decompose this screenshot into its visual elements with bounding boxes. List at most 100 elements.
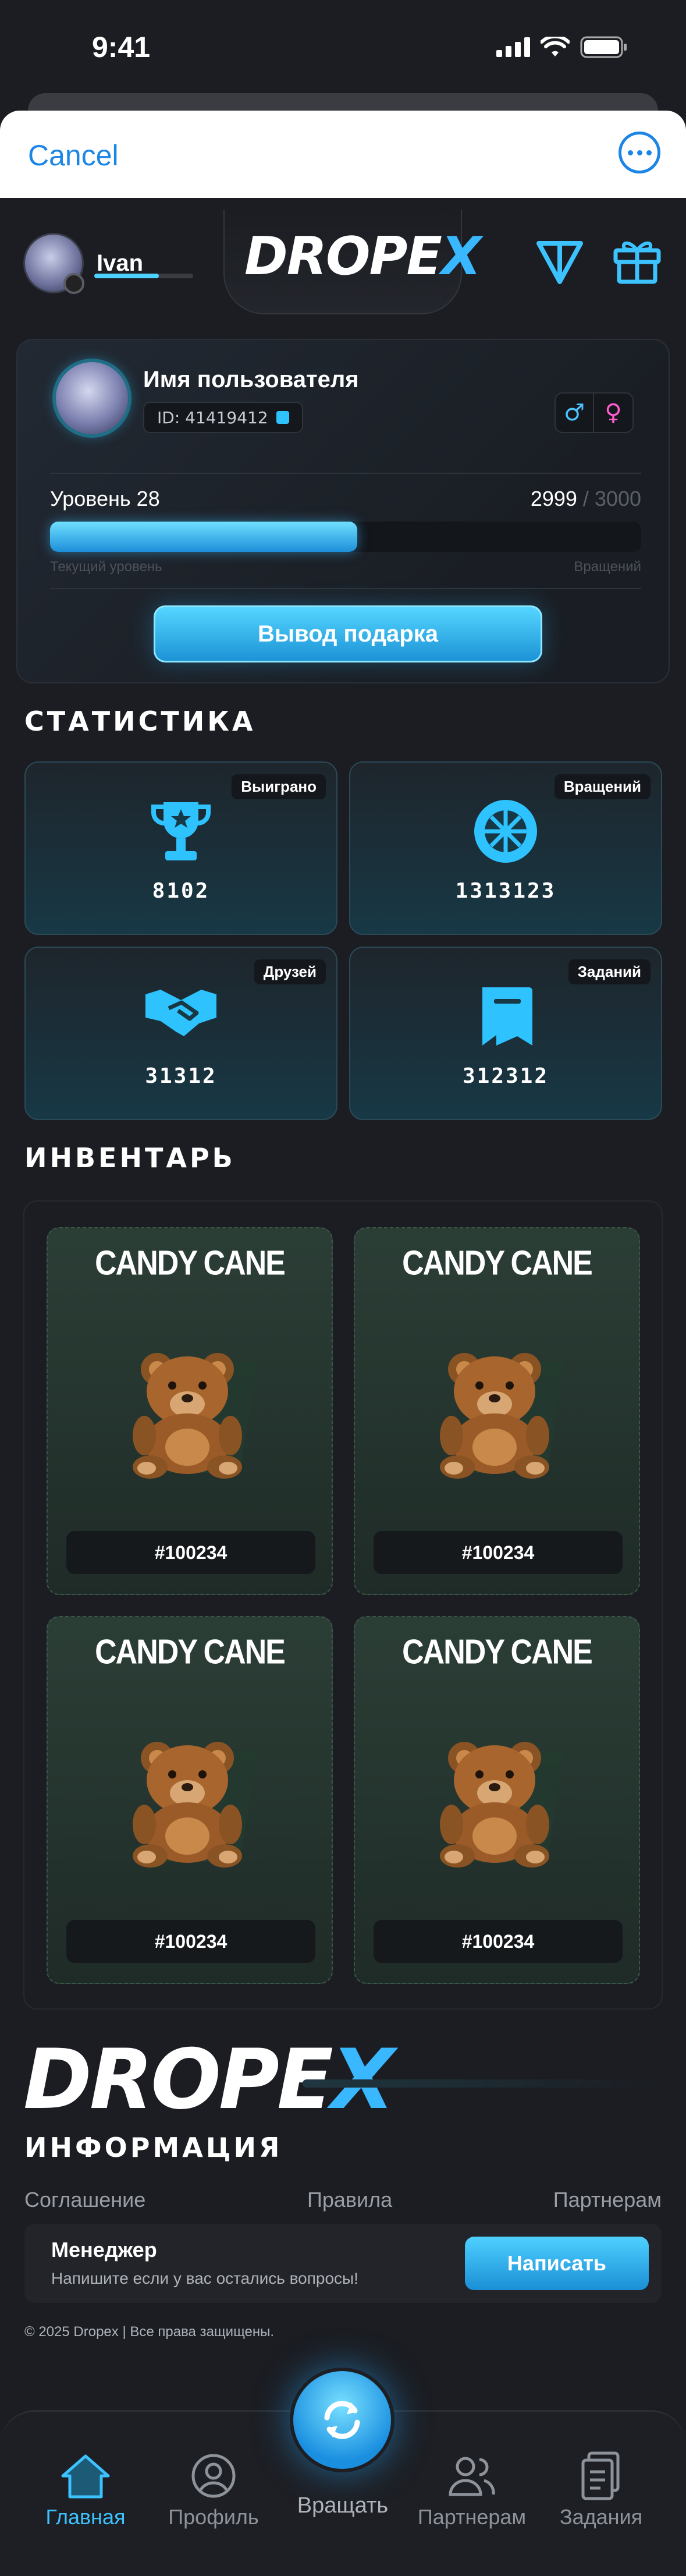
profile-avatar	[52, 359, 131, 438]
top-nav: Ivan DROPEX	[0, 198, 686, 314]
nav-label: Профиль	[168, 2505, 259, 2529]
more-dot-icon	[637, 150, 642, 155]
gender-selector: ♂ ♀	[555, 392, 634, 433]
user-id: ID: 41419412	[157, 408, 268, 427]
divider	[50, 588, 641, 589]
stat-value: 31312	[145, 1064, 217, 1088]
nav-tasks[interactable]: Задания	[540, 2447, 662, 2529]
stat-card-won: Выиграно 8102	[24, 761, 337, 935]
battery-icon	[580, 36, 627, 58]
item-id: #100234	[66, 1920, 315, 1963]
teddy-bear-icon	[133, 1353, 257, 1479]
item-id: #100234	[66, 1531, 315, 1574]
partners-icon	[449, 2457, 495, 2496]
link-agreement[interactable]: Соглашение	[24, 2188, 145, 2212]
level-progress-fill	[50, 522, 358, 552]
bottom-nav: Главная Профиль Вращать Партнерам Задани…	[0, 2368, 686, 2576]
item-name: CANDY CANE	[402, 1632, 593, 1672]
ton-icon[interactable]	[535, 239, 584, 285]
stat-tag: Друзей	[254, 959, 326, 984]
signal-icon	[496, 37, 530, 57]
teddy-bear-icon	[133, 1742, 257, 1868]
level-sub-right: Вращений	[574, 559, 641, 575]
user-chip[interactable]: Ivan	[23, 233, 144, 294]
stat-tag: Выиграно	[232, 774, 326, 799]
teddy-bear-icon	[440, 1742, 564, 1868]
male-button[interactable]: ♂	[556, 394, 594, 432]
stat-card-friends: Друзей 31312	[24, 947, 337, 1120]
webapp-header: Cancel	[0, 111, 686, 198]
status-icons	[496, 36, 628, 58]
spin-button[interactable]	[290, 2368, 394, 2472]
inventory-grid: CANDY CANE #100234 CANDY CANE #100234 CA…	[23, 1200, 663, 2010]
manager-subtitle: Напишите если у вас остались вопросы!	[51, 2269, 358, 2287]
stat-tag: Вращений	[554, 774, 651, 799]
item-id: #100234	[374, 1920, 623, 1963]
link-partners[interactable]: Партнерам	[553, 2188, 662, 2212]
status-time: 9:41	[92, 31, 151, 63]
user-id-badge[interactable]: ID: 41419412	[143, 402, 303, 433]
inventory-item[interactable]: CANDY CANE #100234	[354, 1227, 640, 1595]
ticket-icon	[482, 987, 532, 1046]
more-options-button[interactable]	[619, 132, 660, 173]
wifi-icon	[541, 37, 570, 56]
item-id: #100234	[374, 1531, 623, 1574]
app: Ivan DROPEX Имя пользователя ID: 4141941…	[0, 198, 686, 2576]
nav-label: Главная	[45, 2505, 126, 2529]
level-row: Уровень 28 2999 / 3000	[50, 487, 641, 516]
trophy-icon	[151, 802, 211, 860]
username: Ivan	[97, 250, 144, 276]
stat-card-tasks: Заданий 312312	[349, 947, 662, 1120]
copyright: © 2025 Dropex | Все права защищены.	[24, 2324, 275, 2340]
more-dot-icon	[627, 150, 633, 155]
item-name: CANDY CANE	[95, 1632, 286, 1672]
status-dot	[63, 273, 84, 294]
nav-home[interactable]: Главная	[24, 2447, 147, 2529]
female-button[interactable]: ♀	[594, 394, 632, 432]
nav-spin-label[interactable]: Вращать	[285, 2493, 401, 2518]
inventory-item[interactable]: CANDY CANE #100234	[47, 1227, 333, 1595]
nav-partners[interactable]: Партнерам	[411, 2447, 533, 2529]
avatar	[23, 233, 84, 294]
withdraw-gift-button[interactable]: Вывод подарка	[154, 605, 542, 662]
app-logo[interactable]: DROPEX	[244, 226, 481, 287]
level-sub-left: Текущий уровень	[50, 559, 162, 575]
profile-icon	[191, 2454, 236, 2498]
inventory-item[interactable]: CANDY CANE #100234	[354, 1616, 640, 1984]
level-sub: Текущий уровень Вращений	[50, 559, 641, 576]
user-progress-bar	[94, 274, 193, 278]
profile-name: Имя пользователя	[143, 367, 359, 392]
nav-label: Партнерам	[417, 2505, 527, 2529]
tasks-icon	[581, 2451, 620, 2500]
manager-title: Менеджер	[51, 2238, 157, 2262]
cancel-button[interactable]: Cancel	[28, 139, 119, 172]
wheel-icon	[474, 800, 537, 863]
level-label: Уровень 28	[50, 487, 160, 511]
refresh-icon	[324, 2401, 360, 2439]
nav-profile[interactable]: Профиль	[152, 2447, 275, 2529]
info-title: ИНФОРМАЦИЯ	[24, 2132, 283, 2163]
home-icon	[61, 2454, 110, 2499]
stat-value: 8102	[152, 879, 210, 903]
handshake-icon	[145, 990, 216, 1036]
item-name: CANDY CANE	[95, 1243, 286, 1283]
gift-icon[interactable]	[612, 234, 662, 284]
item-name: CANDY CANE	[402, 1243, 593, 1283]
more-dot-icon	[646, 150, 652, 155]
stat-card-spins: Вращений 1313123	[349, 761, 662, 935]
divider	[50, 473, 641, 474]
nav-label: Задания	[559, 2505, 643, 2529]
spins-count: 2999 / 3000	[530, 487, 641, 511]
inventory-item[interactable]: CANDY CANE #100234	[47, 1616, 333, 1984]
manager-card: Менеджер Напишите если у вас остались во…	[24, 2224, 662, 2303]
stat-value: 312312	[462, 1064, 549, 1088]
teddy-bear-icon	[440, 1353, 564, 1479]
stats-title: СТАТИСТИКА	[24, 706, 256, 737]
copy-icon[interactable]	[276, 411, 289, 424]
stat-tag: Заданий	[568, 959, 651, 984]
write-button[interactable]: Написать	[465, 2237, 649, 2290]
status-bar: 9:41	[0, 0, 686, 105]
stat-value: 1313123	[455, 879, 556, 903]
level-progress-track	[50, 522, 641, 552]
link-rules[interactable]: Правила	[307, 2188, 392, 2212]
